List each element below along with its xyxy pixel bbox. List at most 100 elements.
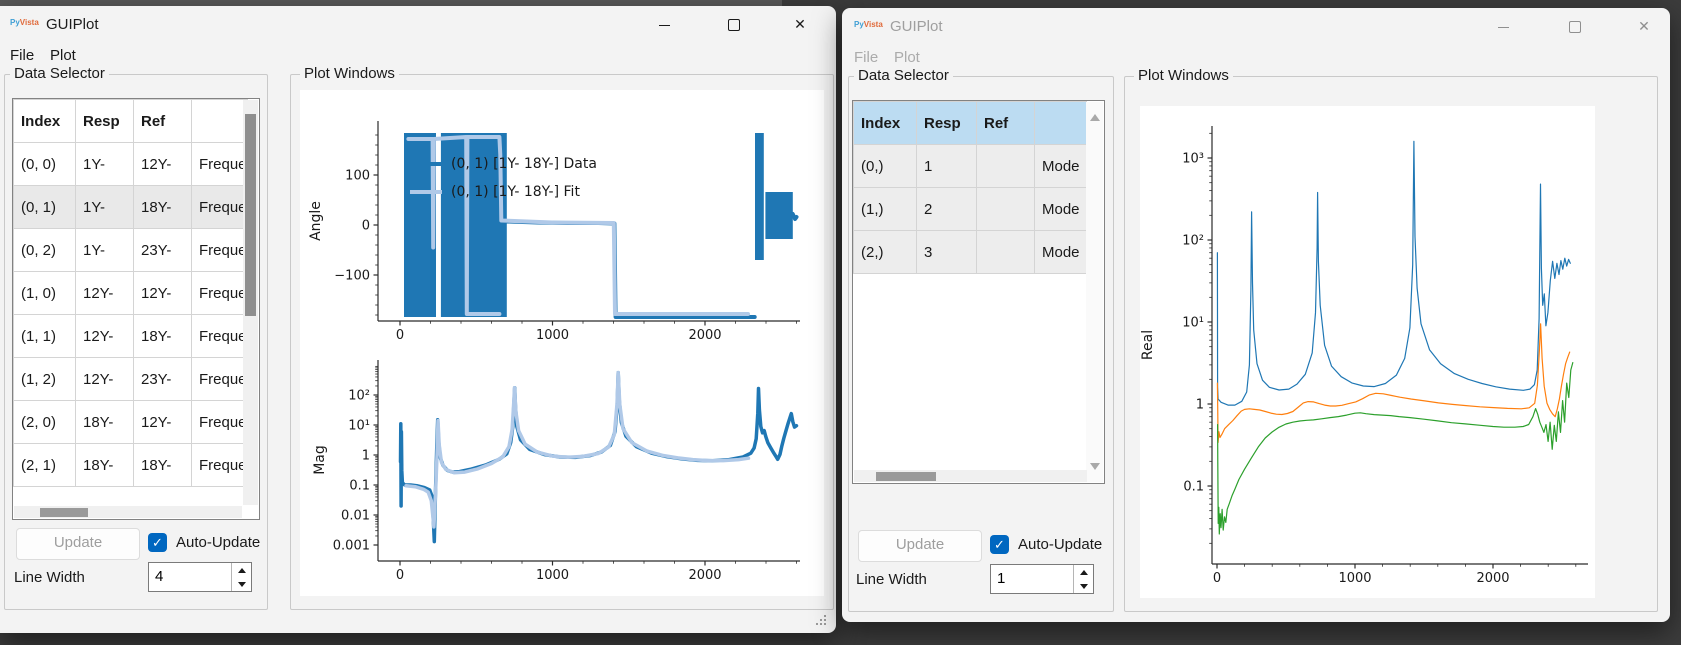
auto-update-checkbox[interactable]: ✓ <box>148 533 167 552</box>
maximize-button[interactable] <box>711 6 757 44</box>
table-cell[interactable]: Freque <box>191 228 248 272</box>
table-cell[interactable]: (0, 0) <box>13 142 76 186</box>
table-cell[interactable]: (1, 2) <box>13 357 76 401</box>
titlebar[interactable]: PyVista GUIPlot ✕ <box>842 8 1670 46</box>
column-header[interactable]: Ref <box>133 99 192 143</box>
table-row[interactable]: (0,) 1 Mode <box>853 144 1087 188</box>
table-cell[interactable]: 18Y- <box>133 185 192 229</box>
table-cell[interactable]: 1Y- <box>75 142 134 186</box>
table-row[interactable]: (1, 2) 12Y- 23Y- Freque <box>13 357 248 401</box>
table-cell[interactable]: Mode <box>1034 144 1087 188</box>
table-cell[interactable]: 12Y- <box>75 271 134 315</box>
table-row[interactable]: (1, 1) 12Y- 18Y- Freque <box>13 314 248 358</box>
table-cell[interactable]: 18Y- <box>133 314 192 358</box>
spin-up-button[interactable] <box>232 563 251 577</box>
table-cell[interactable]: 18Y- <box>75 400 134 444</box>
table-row[interactable]: (0, 1) 1Y- 18Y- Freque <box>13 185 248 229</box>
table-cell[interactable]: 18Y- <box>75 443 134 487</box>
table-cell[interactable]: (2, 0) <box>13 400 76 444</box>
table-cell[interactable]: Freque <box>191 357 248 401</box>
table-cell[interactable]: Freque <box>191 400 248 444</box>
table-cell[interactable]: (0, 1) <box>13 185 76 229</box>
menu-plot[interactable]: Plot <box>894 49 920 66</box>
table-cell[interactable]: 23Y- <box>133 228 192 272</box>
table-cell[interactable]: 2 <box>916 187 977 231</box>
svg-text:1: 1 <box>1196 398 1204 413</box>
table-row[interactable]: (2, 0) 18Y- 12Y- Freque <box>13 400 248 444</box>
close-button[interactable]: ✕ <box>1621 8 1667 46</box>
table-cell[interactable]: 12Y- <box>133 271 192 315</box>
column-header[interactable]: Resp <box>916 101 977 145</box>
column-header[interactable]: Index <box>13 99 76 143</box>
table-row[interactable]: (0, 2) 1Y- 23Y- Freque <box>13 228 248 272</box>
table-cell[interactable]: 1Y- <box>75 185 134 229</box>
auto-update-checkbox[interactable]: ✓ <box>990 535 1009 554</box>
table-cell[interactable]: 1 <box>916 144 977 188</box>
maximize-button[interactable] <box>1552 8 1598 46</box>
table-row[interactable]: (2,) 3 Mode <box>853 230 1087 274</box>
menu-file[interactable]: File <box>854 49 878 66</box>
table-cell[interactable]: (1, 0) <box>13 271 76 315</box>
minimize-button[interactable] <box>1480 8 1526 46</box>
titlebar[interactable]: PyVista GUIPlot ✕ <box>0 6 836 44</box>
table-cell[interactable] <box>976 144 1035 188</box>
column-header[interactable]: Index <box>853 101 917 145</box>
table-cell[interactable]: 3 <box>916 230 977 274</box>
minimize-button[interactable] <box>641 6 687 44</box>
horizontal-scrollbar[interactable] <box>854 470 1087 482</box>
column-header[interactable]: Ref <box>976 101 1035 145</box>
scroll-up-icon[interactable] <box>1090 114 1100 121</box>
column-header[interactable]: Resp <box>75 99 134 143</box>
table-cell[interactable]: Freque <box>191 185 248 229</box>
resize-grip[interactable] <box>816 623 818 625</box>
table-cell[interactable]: Freque <box>191 271 248 315</box>
spin-down-button[interactable] <box>232 577 251 591</box>
menu-plot[interactable]: Plot <box>50 47 76 64</box>
spin-down-button[interactable] <box>1074 579 1093 593</box>
table-cell[interactable]: 18Y- <box>133 443 192 487</box>
table-row[interactable]: (0, 0) 1Y- 12Y- Freque <box>13 142 248 186</box>
table-cell[interactable]: 12Y- <box>75 357 134 401</box>
column-header[interactable] <box>191 99 248 143</box>
menu-file[interactable]: File <box>10 47 34 64</box>
update-button[interactable]: Update <box>16 528 140 560</box>
update-button[interactable]: Update <box>858 530 982 562</box>
table-row[interactable]: (1,) 2 Mode <box>853 187 1087 231</box>
table-cell[interactable]: (0, 2) <box>13 228 76 272</box>
scrollbar-thumb[interactable] <box>245 114 256 316</box>
table-cell[interactable]: 12Y- <box>133 142 192 186</box>
scrollbar-thumb[interactable] <box>876 472 936 481</box>
horizontal-scrollbar[interactable] <box>14 506 242 518</box>
table-cell[interactable]: Mode <box>1034 187 1087 231</box>
table-cell[interactable] <box>976 230 1035 274</box>
table-row[interactable]: (1, 0) 12Y- 12Y- Freque <box>13 271 248 315</box>
table-row[interactable]: (2, 1) 18Y- 18Y- Freque <box>13 443 248 487</box>
table-cell[interactable]: 1Y- <box>75 228 134 272</box>
spin-up-button[interactable] <box>1074 565 1093 579</box>
table-cell[interactable]: (1, 1) <box>13 314 76 358</box>
close-button[interactable]: ✕ <box>777 6 823 44</box>
scrollbar-thumb[interactable] <box>40 508 88 517</box>
column-header[interactable] <box>1034 101 1087 145</box>
line-width-input[interactable] <box>149 563 229 589</box>
table-cell[interactable]: (2,) <box>853 230 917 274</box>
table-cell[interactable]: Freque <box>191 142 248 186</box>
table-cell[interactable]: (1,) <box>853 187 917 231</box>
plot-canvas[interactable]: 0 1000 2000 100 0 −100 Angle 0 1000 2000 10² 10¹ 1 0… <box>300 90 824 596</box>
table-cell[interactable]: Freque <box>191 314 248 358</box>
table-cell[interactable] <box>976 187 1035 231</box>
scroll-down-icon[interactable] <box>1090 463 1100 470</box>
table-header-row: Index Resp Ref <box>853 101 1087 145</box>
plot-canvas[interactable]: 0 1000 2000 10³ 10² 10¹ 1 0.1 Real <box>1140 106 1595 598</box>
table-cell[interactable]: 12Y- <box>75 314 134 358</box>
table-cell[interactable]: 23Y- <box>133 357 192 401</box>
group-label: Plot Windows <box>300 65 399 82</box>
table-cell[interactable]: Freque <box>191 443 248 487</box>
table-cell[interactable]: (0,) <box>853 144 917 188</box>
vertical-scrollbar[interactable] <box>243 100 258 505</box>
table-cell[interactable]: (2, 1) <box>13 443 76 487</box>
vertical-scrollbar[interactable] <box>1086 102 1103 482</box>
table-cell[interactable]: 12Y- <box>133 400 192 444</box>
table-cell[interactable]: Mode <box>1034 230 1087 274</box>
line-width-input[interactable] <box>991 565 1071 591</box>
